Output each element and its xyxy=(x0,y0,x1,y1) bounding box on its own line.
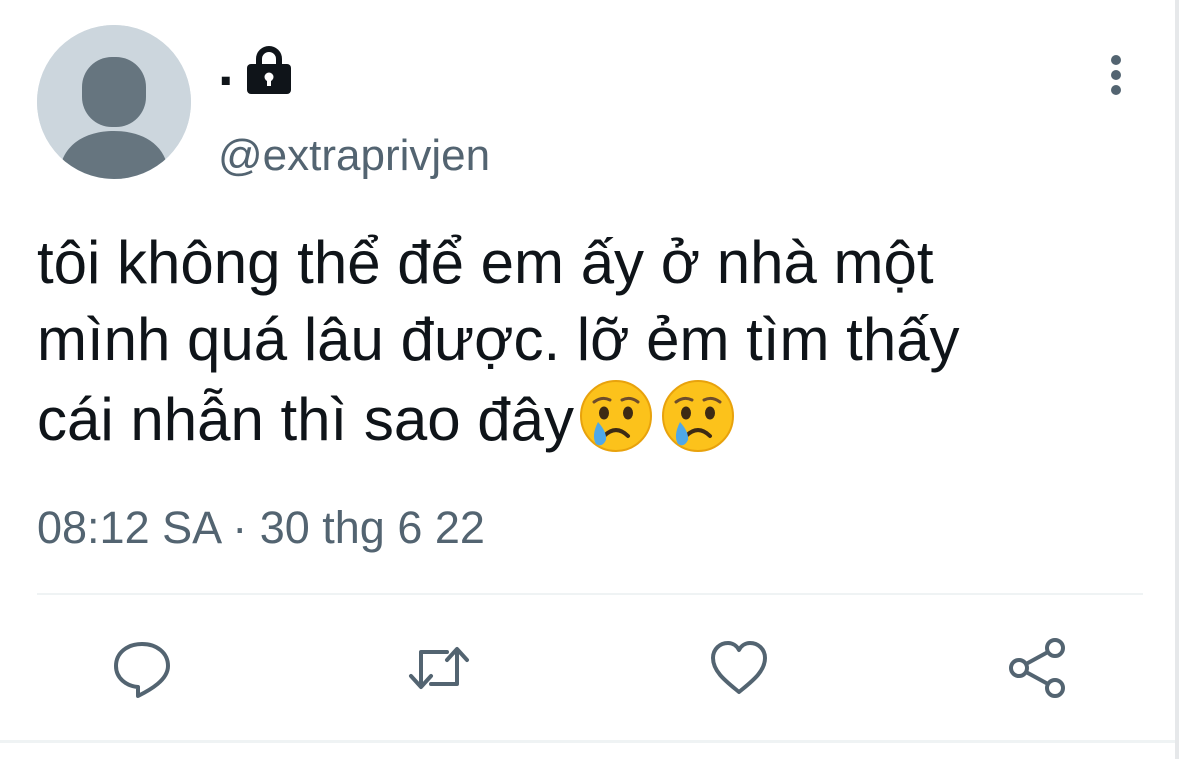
lock-icon xyxy=(247,46,291,94)
share-button[interactable] xyxy=(1005,636,1069,700)
tweet-text-line: mình quá lâu được. lỡ ẻm tìm thấy xyxy=(37,306,960,373)
crying-face-icon xyxy=(580,380,653,452)
retweet-icon xyxy=(409,647,469,689)
reply-button[interactable] xyxy=(110,636,174,700)
user-handle[interactable]: @extraprivjen xyxy=(218,130,490,182)
tweet-text-line-last: cái nhẫn thì sao đây xyxy=(37,378,1137,458)
tweet-detail: . @extraprivjen tôi không thể để em ấy ở… xyxy=(0,0,1179,759)
tweet-text-line: cái nhẫn thì sao đây xyxy=(37,386,575,453)
divider xyxy=(37,593,1143,595)
tweet-time: 08:12 SA xyxy=(37,502,220,553)
tweet-text-line: tôi không thể để em ấy ở nhà một xyxy=(37,229,934,296)
tweet-date: 30 thg 6 22 xyxy=(259,502,485,553)
heart-icon xyxy=(711,641,767,694)
share-icon xyxy=(1009,638,1065,698)
retweet-button[interactable] xyxy=(407,636,471,700)
default-profile-icon xyxy=(37,25,191,179)
display-name[interactable]: . xyxy=(218,36,234,96)
avatar[interactable] xyxy=(37,25,191,179)
tweet-text: tôi không thể để em ấy ở nhà một mình qu… xyxy=(37,224,1137,458)
like-button[interactable] xyxy=(707,636,771,700)
more-vertical-icon[interactable] xyxy=(1098,54,1134,98)
crying-face-icon xyxy=(662,380,735,452)
meta-separator: · xyxy=(232,502,248,553)
tweet-timestamp[interactable]: 08:12 SA · 30 thg 6 22 xyxy=(37,502,485,554)
reply-icon xyxy=(114,642,170,698)
bottom-divider xyxy=(0,740,1175,743)
